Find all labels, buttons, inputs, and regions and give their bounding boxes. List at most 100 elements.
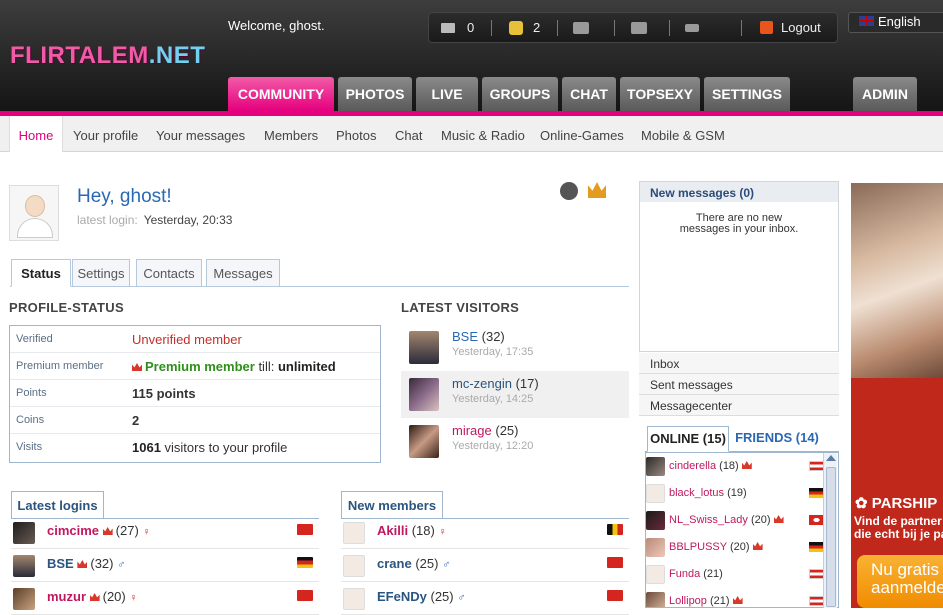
site-logo[interactable]: FLIRTALEM.NET <box>10 42 205 70</box>
visitor-item[interactable]: mirage (25) Yesterday, 12:20 <box>401 418 629 465</box>
online-user[interactable]: Lollipop (21) <box>646 588 826 607</box>
new-messages-header[interactable]: New messages (0) <box>639 181 839 203</box>
new-member-row[interactable]: Akilli (18) ♀ <box>341 516 629 549</box>
coins-counter[interactable]: 2 <box>509 13 540 42</box>
member-photo[interactable] <box>13 522 35 544</box>
ad-signup-button[interactable]: Nu gratis aanmelden <box>857 555 943 608</box>
premium-crown-icon <box>741 461 752 469</box>
subnav-photos[interactable]: Photos <box>336 116 376 152</box>
user-name[interactable]: NL_Swiss_Lady <box>669 514 748 526</box>
user-photo[interactable] <box>646 565 665 584</box>
member-photo[interactable] <box>343 522 365 544</box>
tab-topsexy[interactable]: TOPSEXY <box>620 77 700 111</box>
note-icon <box>685 23 699 32</box>
online-list-scrollbar[interactable] <box>823 453 837 608</box>
user-photo[interactable] <box>646 457 665 476</box>
tab-chat[interactable]: CHAT <box>562 77 616 111</box>
scroll-up-icon[interactable] <box>826 455 836 461</box>
member-photo[interactable] <box>13 555 35 577</box>
subnav-home[interactable]: Home <box>9 116 63 152</box>
visitor-photo[interactable] <box>409 425 439 458</box>
member-name[interactable]: cimcime <box>47 523 99 538</box>
profile-greeting: Hey, ghost! <box>77 186 172 207</box>
gender-icon: ♀ <box>142 526 151 538</box>
member-name[interactable]: crane <box>377 556 412 571</box>
user-icon[interactable] <box>560 182 578 200</box>
user-name[interactable]: BBLPUSSY <box>669 541 727 553</box>
sent-messages-link[interactable]: Sent messages <box>639 374 839 395</box>
visitor-name: BSE (32) <box>452 329 505 344</box>
subnav-music-radio[interactable]: Music & Radio <box>441 116 525 152</box>
member-photo[interactable] <box>343 588 365 610</box>
visitor-item[interactable]: mc-zengin (17) Yesterday, 14:25 <box>401 371 629 418</box>
latest-logins-tab[interactable]: Latest logins <box>11 491 104 519</box>
online-user[interactable]: cinderella (18) <box>646 453 826 480</box>
online-user[interactable]: NL_Swiss_Lady (20) <box>646 507 826 534</box>
subnav-your-messages[interactable]: Your messages <box>156 116 245 152</box>
tab-groups[interactable]: GROUPS <box>482 77 558 111</box>
user-name[interactable]: cinderella <box>669 460 716 472</box>
tab-friends[interactable]: FRIENDS (14) <box>735 426 819 452</box>
member-name[interactable]: muzur <box>47 589 86 604</box>
subnav-members[interactable]: Members <box>264 116 318 152</box>
online-user[interactable]: BBLPUSSY (20) <box>646 534 826 561</box>
user-name[interactable]: black_lotus <box>669 487 724 499</box>
logo-tld-text: .NET <box>148 42 206 69</box>
language-selector[interactable]: English <box>848 12 943 33</box>
member-photo[interactable] <box>343 555 365 577</box>
new-members-tab[interactable]: New members <box>341 491 443 519</box>
chat-windows-button[interactable] <box>631 13 647 42</box>
member-name[interactable]: EFeNDy <box>377 589 427 604</box>
tab-contacts[interactable]: Contacts <box>136 259 202 287</box>
profile-avatar[interactable] <box>9 185 59 241</box>
crown-icon[interactable] <box>588 182 606 198</box>
login-row[interactable]: cimcime (27) ♀ <box>11 516 319 549</box>
tab-status[interactable]: Status <box>11 259 71 287</box>
envelope-icon <box>441 22 455 33</box>
new-messages-body: There are no new messages in your inbox. <box>639 202 839 352</box>
subnav-mobile-gsm[interactable]: Mobile & GSM <box>641 116 725 152</box>
user-name[interactable]: Funda <box>669 568 700 580</box>
visitor-photo[interactable] <box>409 378 439 411</box>
visitor-item[interactable]: BSE (32) Yesterday, 17:35 <box>401 324 629 371</box>
tab-online[interactable]: ONLINE (15) <box>647 426 729 452</box>
visitor-photo[interactable] <box>409 331 439 364</box>
tab-live[interactable]: LIVE <box>416 77 478 111</box>
subnav-your-profile[interactable]: Your profile <box>73 116 138 152</box>
tab-admin[interactable]: ADMIN <box>853 77 917 111</box>
member-name[interactable]: BSE <box>47 556 74 571</box>
user-photo[interactable] <box>646 511 665 530</box>
subnav-chat[interactable]: Chat <box>395 116 422 152</box>
visitor-link[interactable]: BSE <box>452 329 478 344</box>
messages-counter[interactable]: 0 <box>441 13 474 42</box>
messagecenter-link[interactable]: Messagecenter <box>639 395 839 416</box>
online-user[interactable]: Funda (21) <box>646 561 826 588</box>
tab-settings[interactable]: SETTINGS <box>704 77 790 111</box>
notes-button[interactable] <box>685 13 699 42</box>
member-name[interactable]: Akilli <box>377 523 408 538</box>
user-photo[interactable] <box>646 484 665 503</box>
friends-button[interactable] <box>573 13 589 42</box>
visitor-link[interactable]: mirage <box>452 423 492 438</box>
login-row[interactable]: BSE (32) ♂ <box>11 549 319 582</box>
visitor-link[interactable]: mc-zengin <box>452 376 512 391</box>
online-list: cinderella (18) black_lotus (19) NL_Swis… <box>645 452 839 608</box>
tab-messages[interactable]: Messages <box>206 259 280 287</box>
users-icon <box>573 21 589 34</box>
tab-community[interactable]: COMMUNITY <box>228 77 334 111</box>
user-photo[interactable] <box>646 592 665 607</box>
tab-profile-settings[interactable]: Settings <box>72 259 130 287</box>
tab-photos[interactable]: PHOTOS <box>338 77 412 111</box>
new-member-row[interactable]: crane (25) ♂ <box>341 549 629 582</box>
advertisement-banner[interactable]: ✿ PARSHIP Vind de partner die echt bij j… <box>851 183 943 608</box>
user-photo[interactable] <box>646 538 665 557</box>
online-user[interactable]: black_lotus (19) <box>646 480 826 507</box>
member-photo[interactable] <box>13 588 35 610</box>
inbox-link[interactable]: Inbox <box>639 353 839 374</box>
subnav-online-games[interactable]: Online-Games <box>540 116 624 152</box>
logout-button[interactable]: Logout <box>760 13 821 42</box>
user-name[interactable]: Lollipop <box>669 595 707 607</box>
scroll-thumb[interactable] <box>826 467 836 607</box>
new-member-row[interactable]: EFeNDy (25) ♂ <box>341 582 629 615</box>
login-row[interactable]: muzur (20) ♀ <box>11 582 319 615</box>
